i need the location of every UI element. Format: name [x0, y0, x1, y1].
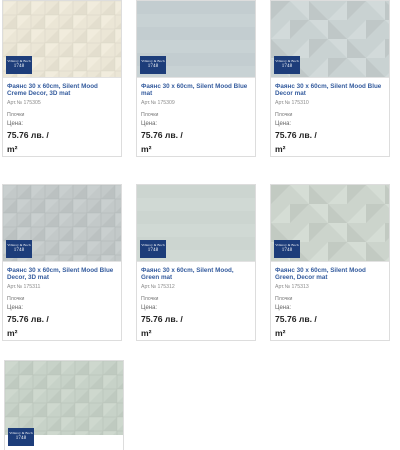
villeroy-boch-logo: Villeroy & Boch 1748 [6, 56, 32, 74]
villeroy-boch-logo: Villeroy & Boch 1748 [274, 56, 300, 74]
product-type: Плочки [141, 296, 159, 303]
product-image[interactable] [5, 361, 123, 435]
logo-brand-text: Villeroy & Boch [141, 59, 165, 63]
logo-year-text: 1748 [281, 247, 293, 253]
product-card[interactable]: Villeroy & Boch 1748 Фаянс 30 x 60cm, Sil… [270, 184, 390, 341]
product-price: 75.76 лв. / [141, 314, 183, 325]
price-unit: m² [275, 144, 286, 155]
product-sku: Арт.№ 175309 [141, 100, 175, 107]
product-sku: Арт.№ 175313 [275, 284, 309, 291]
logo-brand-text: Villeroy & Boch [275, 59, 299, 63]
product-card[interactable]: Villeroy & Boch 1748 Фаянс 30 x 60cm, Sil… [136, 184, 256, 341]
logo-brand-text: Villeroy & Boch [7, 243, 31, 247]
product-card[interactable]: Villeroy & Boch 1748 Фаянс 30 x 60cm, Sil… [270, 0, 390, 157]
product-name-link[interactable]: Фаянс 30 x 60cm, Silent Mood Blue Decor,… [7, 267, 118, 281]
price-unit: m² [7, 144, 18, 155]
villeroy-boch-logo: Villeroy & Boch 1748 [274, 240, 300, 258]
tile-texture-band [137, 1, 255, 14]
product-name-link[interactable]: Фаянс 30 x 60cm, Silent Mood Blue mat [141, 83, 252, 97]
logo-year-text: 1748 [13, 63, 25, 69]
villeroy-boch-logo: Villeroy & Boch 1748 [6, 240, 32, 258]
logo-brand-text: Villeroy & Boch [275, 243, 299, 247]
price-unit: m² [7, 328, 18, 339]
logo-brand-text: Villeroy & Boch [7, 59, 31, 63]
price-unit: m² [141, 328, 152, 339]
tile-texture-band [137, 14, 255, 27]
product-type: Плочки [7, 296, 25, 303]
price-label: Цена: [141, 121, 158, 128]
tile-texture-band [137, 185, 255, 198]
product-name-link[interactable]: Фаянс 30 x 60cm, Silent Mood Creme Decor… [7, 83, 118, 97]
product-sku: Арт.№ 175310 [275, 100, 309, 107]
logo-year-text: 1748 [15, 435, 27, 441]
logo-year-text: 1748 [147, 63, 159, 69]
price-unit: m² [141, 144, 152, 155]
product-sku: Арт.№ 175312 [141, 284, 175, 291]
price-unit: m² [275, 328, 286, 339]
product-type: Плочки [275, 296, 293, 303]
tile-swatch [5, 361, 123, 435]
price-label: Цена: [141, 305, 158, 312]
price-label: Цена: [7, 305, 24, 312]
product-name-link[interactable]: Фаянс 30 x 60cm, Silent Mood Blue Decor … [275, 83, 386, 97]
product-price: 75.76 лв. / [141, 130, 183, 141]
product-name-link[interactable]: Фаянс 30 x 60cm, Silent Mood, Green mat [141, 267, 252, 281]
price-label: Цена: [7, 121, 24, 128]
product-card[interactable]: Villeroy & Boch 1748 Фаянс 30 x 60cm, Sil… [136, 0, 256, 157]
logo-year-text: 1748 [147, 247, 159, 253]
product-price: 75.76 лв. / [275, 314, 317, 325]
villeroy-boch-logo: Villeroy & Boch 1748 [140, 240, 166, 258]
logo-year-text: 1748 [13, 247, 25, 253]
product-card[interactable]: Villeroy & Boch 1748 Фаянс 30 x 60cm, Sil… [2, 0, 122, 157]
product-type: Плочки [7, 112, 25, 119]
price-label: Цена: [275, 121, 292, 128]
product-price: 75.76 лв. / [7, 130, 49, 141]
product-card[interactable]: Villeroy & Boch 1748 Фаянс 30 x 60cm, Sil… [2, 184, 122, 341]
product-type: Плочки [141, 112, 159, 119]
tile-texture-band [137, 211, 255, 224]
logo-year-text: 1748 [281, 63, 293, 69]
logo-brand-text: Villeroy & Boch [9, 431, 33, 435]
logo-brand-text: Villeroy & Boch [141, 243, 165, 247]
product-sku: Арт.№ 175311 [7, 284, 41, 291]
tile-texture-band [137, 40, 255, 53]
tile-texture-band [137, 224, 255, 237]
tile-texture-band [137, 198, 255, 211]
product-price: 75.76 лв. / [7, 314, 49, 325]
price-label: Цена: [275, 305, 292, 312]
product-sku: Арт.№ 175305 [7, 100, 41, 107]
villeroy-boch-logo: Villeroy & Boch 1748 [8, 428, 34, 446]
product-type: Плочки [275, 112, 293, 119]
tile-texture-band [137, 27, 255, 40]
villeroy-boch-logo: Villeroy & Boch 1748 [140, 56, 166, 74]
product-name-link[interactable]: Фаянс 30 x 60cm, Silent Mood Green, Deco… [275, 267, 386, 281]
product-card[interactable]: Villeroy & Boch 1748 [4, 360, 124, 450]
product-price: 75.76 лв. / [275, 130, 317, 141]
